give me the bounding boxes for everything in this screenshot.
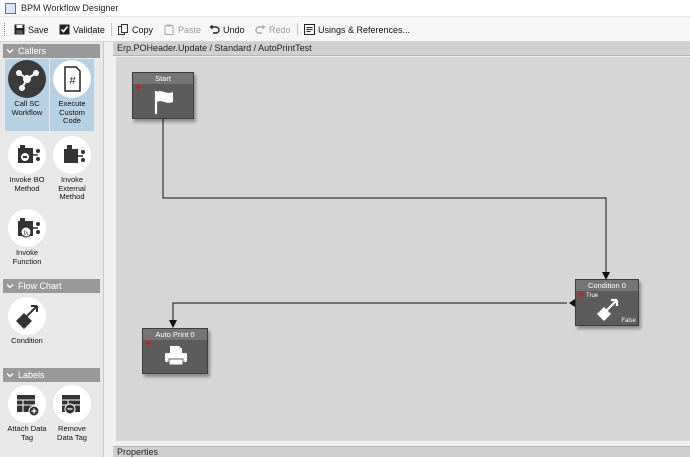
false-branch-label: False [621, 318, 636, 324]
toolbar-separator [297, 23, 298, 36]
tool-label: Invoke BO Method [9, 175, 45, 193]
copy-button[interactable]: Copy [118, 22, 153, 37]
paste-label: Paste [178, 24, 202, 35]
toolbox-panel: Callers Call SC Workflow # Execute Custo… [0, 42, 104, 457]
tool-label: Invoke Function [12, 248, 42, 266]
connector-arrowhead [169, 320, 177, 328]
references-icon [304, 24, 315, 35]
chevron-down-icon [6, 373, 14, 378]
code-file-icon: # [64, 66, 81, 92]
tool-label: Call SC Workflow [11, 99, 43, 117]
connector-start-to-condition [162, 119, 607, 279]
bo-method-icon [18, 145, 40, 163]
copy-label: Copy [132, 24, 154, 35]
app-icon [5, 3, 16, 14]
tool-label: Invoke External Method [58, 175, 86, 201]
chevron-down-icon [6, 49, 14, 54]
copy-icon [118, 24, 128, 35]
flow-chart-category-label: Flow Chart [18, 281, 62, 291]
connectors-layer [162, 119, 610, 328]
callers-category-label: Callers [18, 46, 47, 56]
title-bar: BPM Workflow Designer [0, 0, 690, 17]
flow-chart-category-header[interactable]: Flow Chart [3, 279, 100, 293]
chevron-down-icon [6, 284, 14, 289]
flag-icon [154, 91, 173, 114]
tool-attach-data-tag[interactable]: Attach Data Tag [5, 384, 49, 446]
validate-check-icon [59, 24, 70, 35]
breadcrumb: Erp.POHeader.Update / Standard / AutoPri… [113, 42, 690, 56]
condition-icon [16, 305, 38, 329]
connector-condition-to-auto-print [172, 302, 567, 327]
tool-invoke-bo-method[interactable]: Invoke BO Method [5, 135, 49, 205]
tool-label: Attach Data Tag [7, 424, 47, 442]
properties-panel-header[interactable]: Properties [113, 446, 690, 457]
labels-category-label: Labels [18, 370, 45, 380]
workflow-canvas[interactable]: Start + Condition 0 + True False Auto Pr… [116, 57, 690, 441]
add-marker-icon[interactable]: + [135, 83, 141, 94]
tool-label: Remove Data Tag [57, 424, 87, 442]
node-title: Condition 0 [576, 280, 638, 291]
undo-icon [209, 24, 220, 34]
save-label: Save [28, 24, 49, 35]
attach-tag-icon [17, 395, 40, 417]
callers-category-header[interactable]: Callers [3, 44, 100, 58]
tool-label: Condition [11, 336, 43, 345]
designer-area: Erp.POHeader.Update / Standard / AutoPri… [113, 42, 690, 457]
tool-invoke-external-method[interactable]: Invoke External Method [50, 135, 94, 205]
svg-text:fx: fx [23, 229, 29, 237]
usings-references-button[interactable]: Usings & References... [304, 22, 410, 37]
tool-execute-custom-code[interactable]: # Execute Custom Code [50, 59, 94, 131]
toolbar-separator [111, 23, 112, 36]
add-marker-icon[interactable]: + [578, 290, 584, 301]
node-title: Start [133, 73, 193, 84]
undo-button[interactable]: Undo [209, 22, 245, 37]
save-icon [14, 24, 25, 35]
redo-label: Redo [269, 24, 291, 35]
add-marker-icon[interactable]: + [145, 339, 151, 350]
toolbar: Save Validate Copy Paste Undo Redo Using… [0, 17, 690, 42]
validate-label: Validate [73, 24, 105, 35]
external-method-icon [64, 145, 85, 163]
paste-button[interactable]: Paste [164, 22, 201, 37]
node-title: Auto Print 0 [143, 329, 207, 340]
tool-condition[interactable]: Condition [5, 296, 49, 348]
toolbar-grip[interactable] [4, 23, 7, 36]
tool-label: Execute Custom Code [58, 99, 86, 125]
save-button[interactable]: Save [14, 22, 49, 37]
paste-icon [164, 24, 174, 35]
redo-button[interactable]: Redo [255, 22, 291, 37]
tool-call-sc-workflow[interactable]: Call SC Workflow [5, 59, 49, 131]
workflow-node-condition[interactable]: Condition 0 + True False [575, 279, 639, 326]
svg-text:#: # [69, 75, 76, 87]
remove-tag-icon [62, 395, 80, 415]
condition-icon [597, 298, 619, 321]
validate-button[interactable]: Validate [59, 22, 105, 37]
tool-remove-data-tag[interactable]: Remove Data Tag [50, 384, 94, 446]
function-icon: fx [18, 218, 40, 238]
undo-label: Undo [223, 24, 245, 35]
workflow-node-auto-print[interactable]: Auto Print 0 + [142, 328, 208, 374]
workflow-icon [16, 70, 39, 91]
redo-icon [255, 24, 266, 34]
tool-invoke-function[interactable]: fx Invoke Function [5, 208, 49, 270]
printer-icon [165, 346, 187, 366]
window-title: BPM Workflow Designer [21, 3, 119, 13]
labels-category-header[interactable]: Labels [3, 368, 100, 382]
workflow-node-start[interactable]: Start + [132, 72, 194, 119]
usings-references-label: Usings & References... [318, 24, 411, 35]
